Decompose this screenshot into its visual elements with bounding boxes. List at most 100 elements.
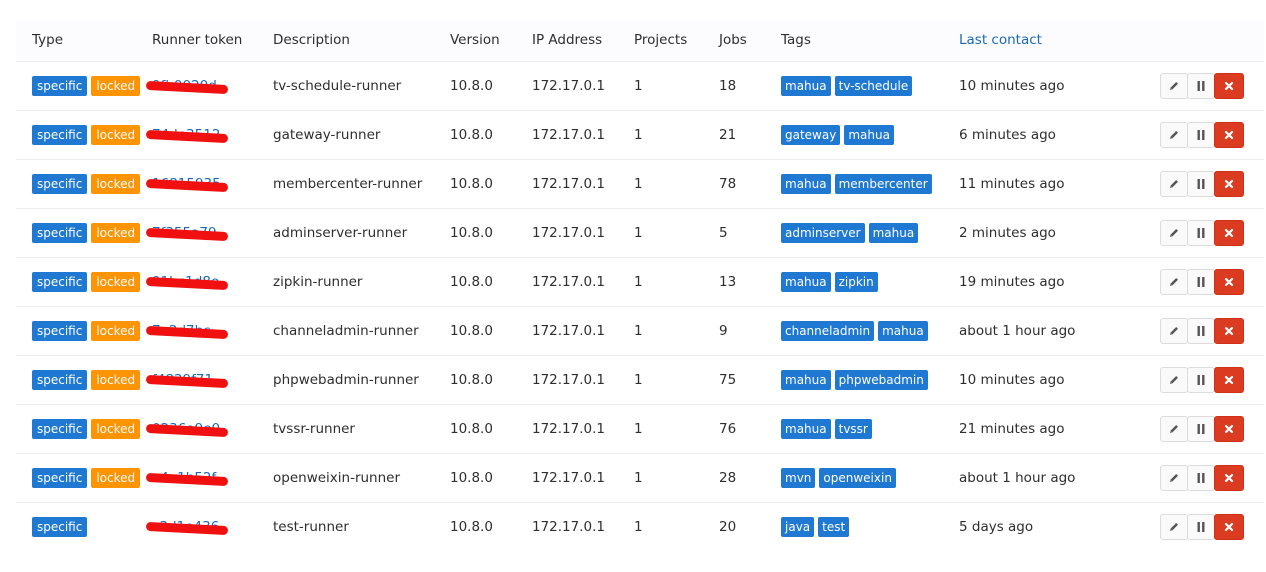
cell-projects: 1 <box>634 257 719 307</box>
tag-badge: mahua <box>781 418 831 439</box>
table-row: specificlockedf4839f71 phpwebadmin-runner… <box>16 355 1264 405</box>
specific-badge: specific <box>32 222 88 243</box>
edit-button[interactable] <box>1160 121 1188 148</box>
delete-button[interactable] <box>1214 170 1244 197</box>
delete-button[interactable] <box>1214 366 1244 393</box>
locked-badge: locked <box>91 369 141 390</box>
specific-badge: specific <box>32 516 88 537</box>
col-description: Description <box>273 20 450 62</box>
edit-button[interactable] <box>1160 170 1188 197</box>
pause-button[interactable] <box>1187 464 1215 491</box>
tag-badge: gateway <box>781 124 841 145</box>
cell-projects: 1 <box>634 208 719 258</box>
cell-token: 7a2d7bc <box>145 306 273 356</box>
cell-projects: 1 <box>634 404 719 454</box>
runner-token-link[interactable]: 0236a9e0 <box>145 421 229 437</box>
locked-badge: locked <box>91 467 141 488</box>
cell-type: specific locked <box>16 355 152 405</box>
cell-jobs: 78 <box>719 159 781 209</box>
cell-projects: 1 <box>634 518 643 535</box>
pause-button[interactable] <box>1187 366 1215 393</box>
tag-badge: channeladmin <box>781 320 875 341</box>
cell-version: 10.8.0 <box>450 306 532 356</box>
cell-jobs: 21 <box>719 110 781 160</box>
cell-ip: 172.17.0.1 <box>532 159 634 209</box>
runner-token-link[interactable]: 91bc1d8e <box>145 274 229 290</box>
locked-badge: locked <box>91 124 141 145</box>
cell-projects: 1 <box>634 159 719 209</box>
cell-tags: mahua membercenter <box>781 159 959 209</box>
delete-button[interactable] <box>1214 72 1244 99</box>
edit-button[interactable] <box>1160 513 1188 540</box>
pause-button[interactable] <box>1187 72 1215 99</box>
pause-button[interactable] <box>1187 415 1215 442</box>
cell-last-contact: 2 minutes ago <box>959 208 1129 258</box>
cell-actions <box>1129 453 1264 503</box>
locked-badge: locked <box>91 222 141 243</box>
cell-token: f4839f71 <box>145 355 273 405</box>
runner-token-link[interactable]: 7a2d7bc <box>145 323 229 339</box>
edit-button[interactable] <box>1160 415 1188 442</box>
table-row: specificlocked7a2d7bc channeladmin-runner… <box>16 306 1264 356</box>
cell-last-contact: about 1 hour ago <box>959 306 1129 356</box>
edit-button[interactable] <box>1160 366 1188 393</box>
cell-actions <box>1129 306 1264 356</box>
table-row: specificlocked91bc1d8e zipkin-runner10.8.… <box>16 257 1264 307</box>
edit-button[interactable] <box>1160 464 1188 491</box>
cell-version: 10.8.0 <box>450 355 532 405</box>
cell-tags: gateway mahua <box>781 110 959 160</box>
pause-button[interactable] <box>1187 219 1215 246</box>
cell-last-contact: 10 minutes ago <box>959 61 1129 111</box>
cell-actions <box>1129 257 1264 307</box>
delete-button[interactable] <box>1214 513 1244 540</box>
tag-badge: openweixin <box>819 467 896 488</box>
runner-token-link[interactable]: e4a1b52f <box>145 470 229 486</box>
cell-description: gateway-runner <box>273 110 450 160</box>
col-projects: Projects <box>634 20 719 62</box>
runner-token-link[interactable]: 16815935 <box>145 176 229 192</box>
runner-token-link[interactable]: c3d1e436 <box>145 519 229 535</box>
cell-ip: 172.17.0.1 <box>532 208 634 258</box>
cell-description: tvssr-runner <box>273 404 450 454</box>
delete-button[interactable] <box>1214 268 1244 295</box>
cell-last-contact: 21 minutes ago <box>959 404 1129 454</box>
runner-token-link[interactable]: 74de3512 <box>145 127 229 143</box>
delete-button[interactable] <box>1214 464 1244 491</box>
edit-button[interactable] <box>1160 317 1188 344</box>
delete-button[interactable] <box>1214 121 1244 148</box>
cell-ip: 172.17.0.1 <box>532 355 634 405</box>
locked-badge: locked <box>91 173 141 194</box>
cell-actions <box>1129 61 1264 111</box>
tag-badge: zipkin <box>834 271 878 292</box>
cell-type: specific locked <box>16 208 152 258</box>
delete-button[interactable] <box>1214 415 1244 442</box>
cell-type: specific locked <box>16 453 152 503</box>
delete-button[interactable] <box>1214 317 1244 344</box>
specific-badge: specific <box>32 418 88 439</box>
cell-description: openweixin-runner <box>273 453 450 503</box>
pause-button[interactable] <box>1187 513 1215 540</box>
edit-button[interactable] <box>1160 268 1188 295</box>
runner-token-link[interactable]: 7f355a79 <box>145 225 229 241</box>
col-ip: IP Address <box>532 20 634 62</box>
pause-button[interactable] <box>1187 317 1215 344</box>
runner-token-link[interactable]: f4839f71 <box>145 372 229 388</box>
specific-badge: specific <box>32 369 88 390</box>
cell-description: adminserver-runner <box>273 208 450 258</box>
col-last-contact[interactable]: Last contact <box>959 20 1129 62</box>
cell-last-contact: 5 days ago <box>959 518 1034 535</box>
edit-button[interactable] <box>1160 219 1188 246</box>
col-token: Runner token <box>152 20 273 62</box>
pause-button[interactable] <box>1187 268 1215 295</box>
cell-version: 10.8.0 <box>450 159 532 209</box>
delete-button[interactable] <box>1214 219 1244 246</box>
cell-last-contact: about 1 hour ago <box>959 453 1129 503</box>
cell-description: phpwebadmin-runner <box>273 355 450 405</box>
cell-ip: 172.17.0.1 <box>532 110 634 160</box>
edit-button[interactable] <box>1160 72 1188 99</box>
locked-badge: locked <box>91 271 141 292</box>
runner-token-link[interactable]: 9fb0020d <box>145 78 229 94</box>
pause-button[interactable] <box>1187 170 1215 197</box>
pause-button[interactable] <box>1187 121 1215 148</box>
runners-page: Type Runner token Description Version IP… <box>0 0 1266 572</box>
